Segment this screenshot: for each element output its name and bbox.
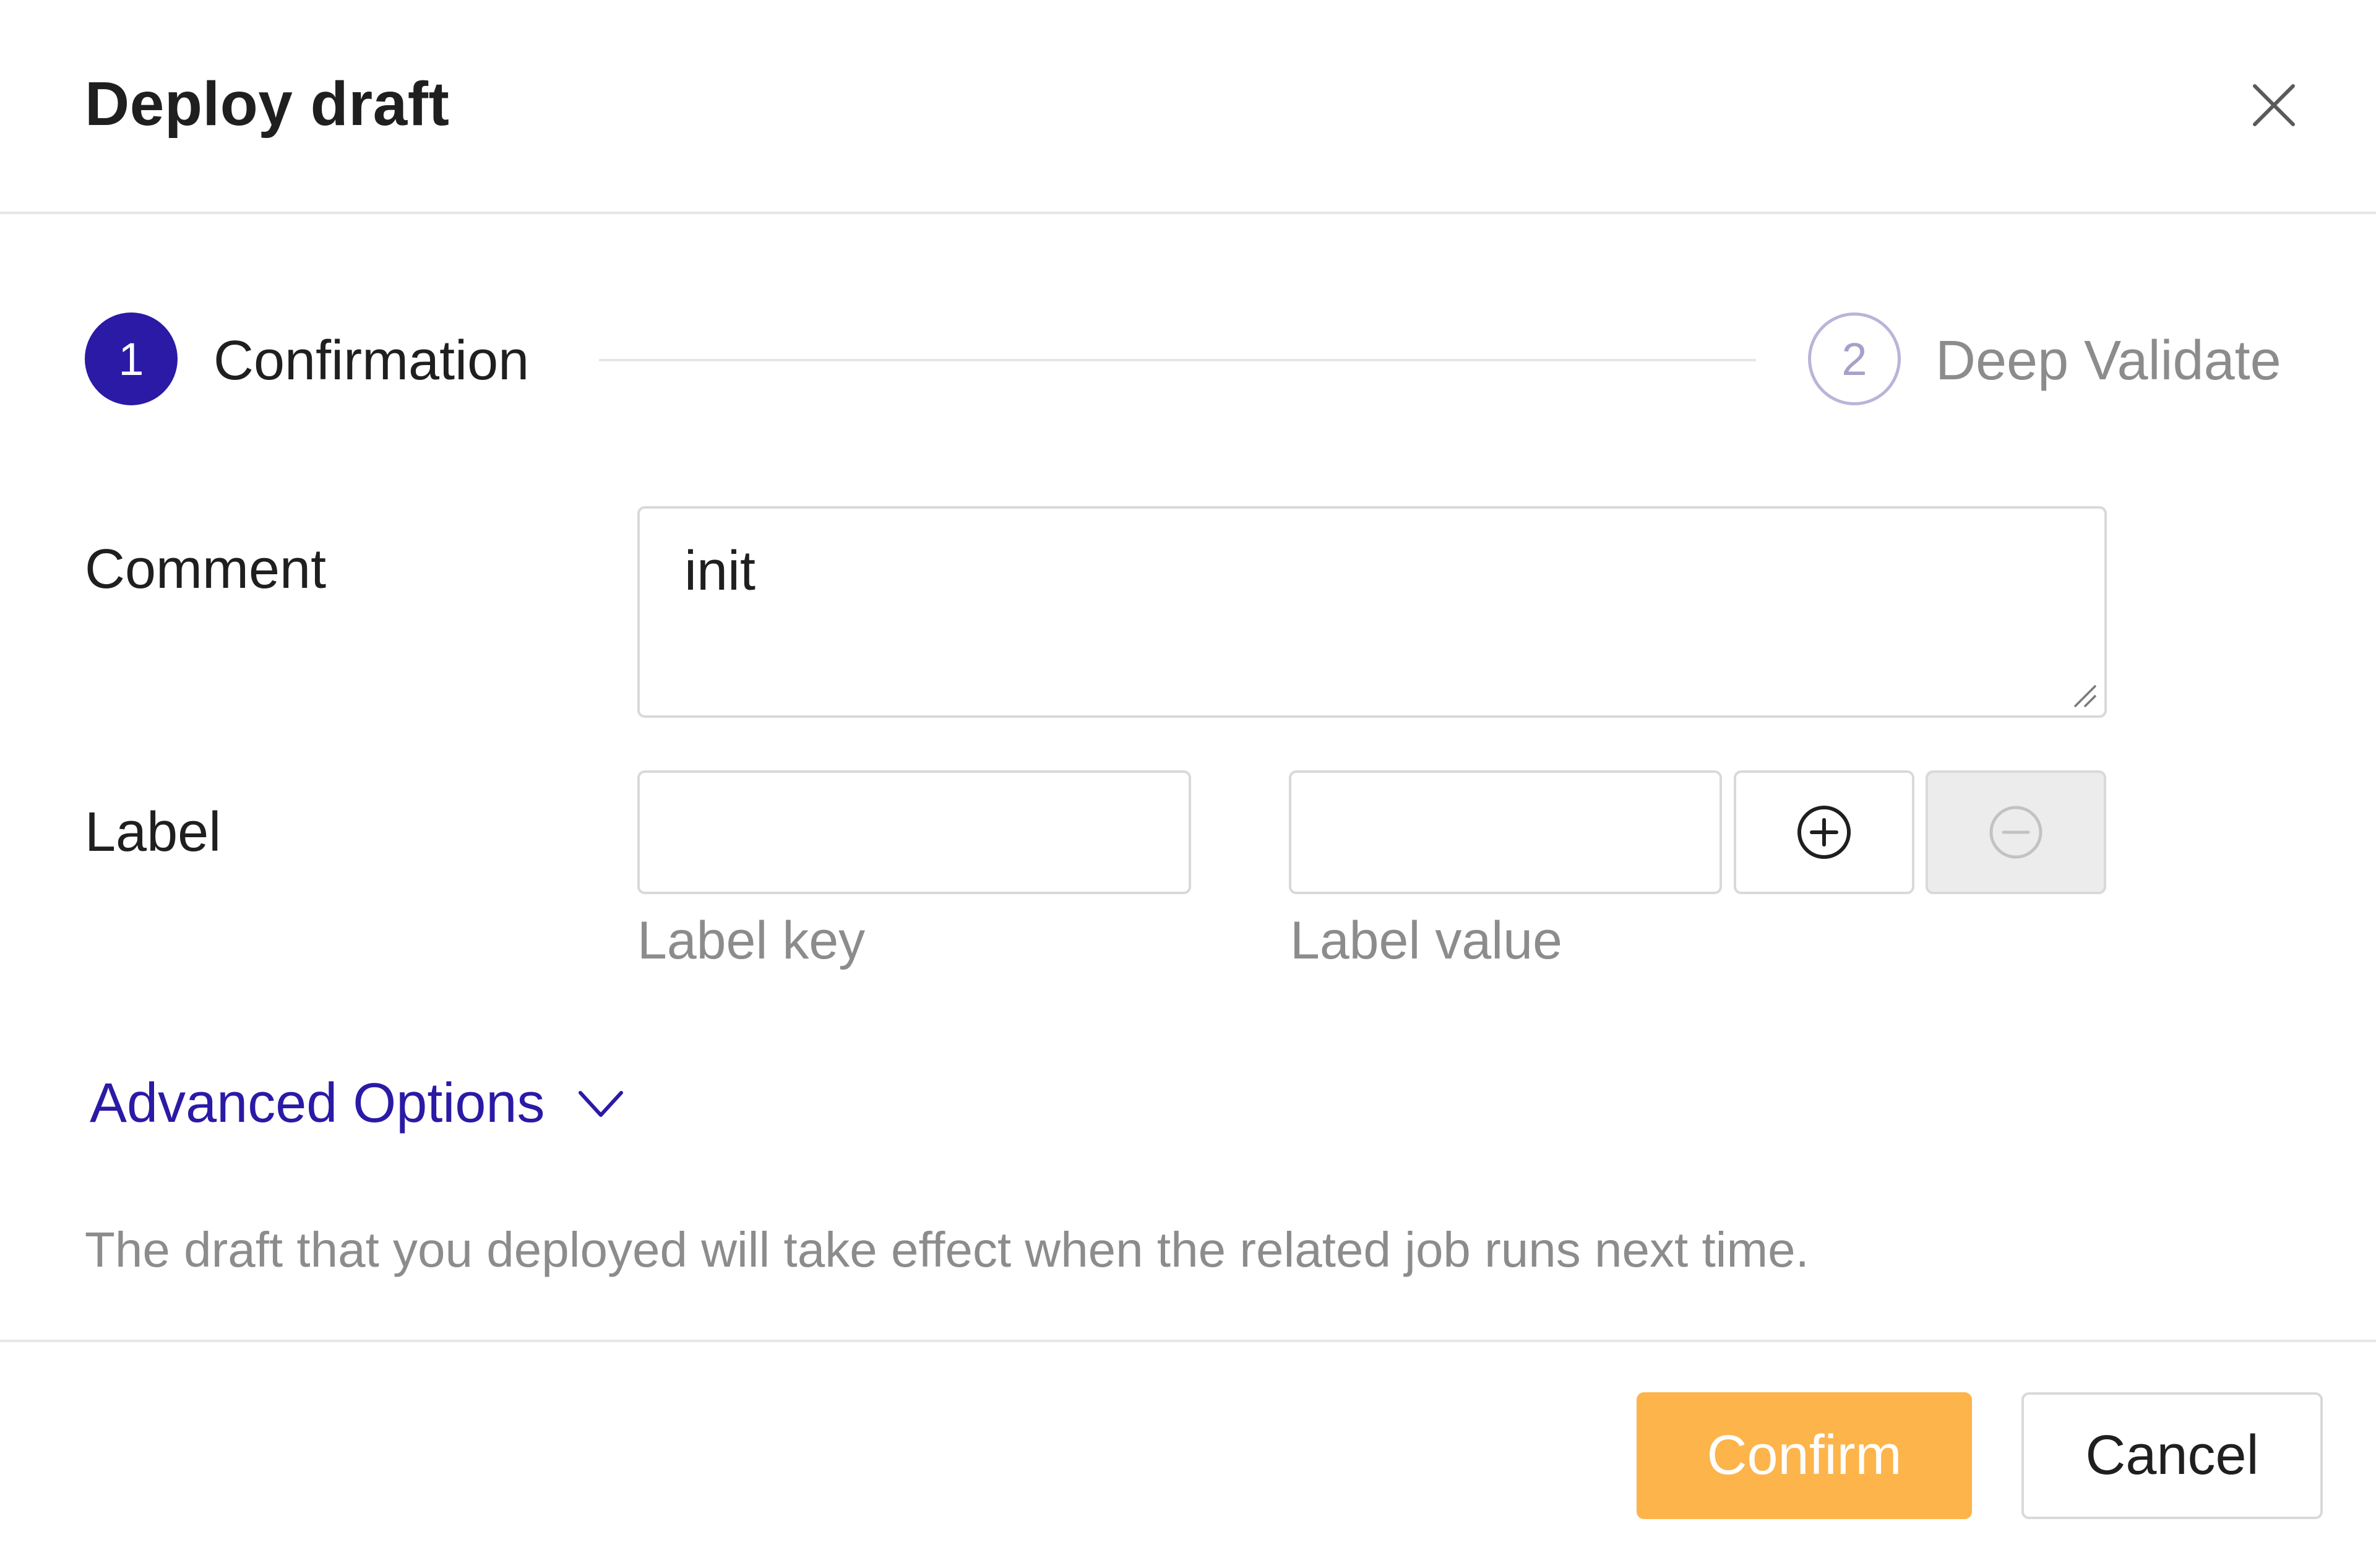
comment-textarea[interactable]: init xyxy=(637,506,2107,718)
step-2-label: Deep Validate xyxy=(1935,330,2281,392)
advanced-options-toggle[interactable]: Advanced Options xyxy=(90,1069,627,1137)
minus-circle-icon xyxy=(1989,806,2042,859)
resize-handle-icon[interactable] xyxy=(2070,681,2098,709)
advanced-options-label: Advanced Options xyxy=(90,1072,545,1134)
label-label: Label xyxy=(85,801,222,863)
chevron-down-icon xyxy=(574,1077,627,1130)
deploy-notice: The draft that you deployed will take ef… xyxy=(85,1222,1809,1277)
deploy-draft-dialog: Deploy draft 1 Confirmation 2 Deep Valid… xyxy=(0,0,2376,1568)
label-value-input[interactable] xyxy=(1289,770,1722,894)
step-connector xyxy=(599,359,1756,361)
step-1-label: Confirmation xyxy=(213,330,530,392)
cancel-button[interactable]: Cancel xyxy=(2021,1392,2323,1519)
step-1-circle: 1 xyxy=(85,312,178,405)
dialog-title: Deploy draft xyxy=(85,69,450,139)
comment-label: Comment xyxy=(85,538,327,600)
footer-divider xyxy=(0,1340,2376,1342)
add-label-button[interactable] xyxy=(1734,770,1914,894)
close-icon xyxy=(2253,84,2295,126)
comment-value: init xyxy=(684,540,756,602)
remove-label-button[interactable] xyxy=(1926,770,2106,894)
label-key-hint: Label key xyxy=(637,911,866,970)
label-key-input[interactable] xyxy=(637,770,1191,894)
steps-indicator: 1 Confirmation 2 Deep Validate xyxy=(0,309,2376,415)
confirm-button[interactable]: Confirm xyxy=(1637,1392,1972,1519)
dialog-header: Deploy draft xyxy=(0,0,2376,214)
step-2-circle: 2 xyxy=(1808,312,1901,405)
close-button[interactable] xyxy=(2246,77,2302,133)
plus-circle-icon xyxy=(1797,806,1851,859)
label-value-hint: Label value xyxy=(1290,911,1562,970)
